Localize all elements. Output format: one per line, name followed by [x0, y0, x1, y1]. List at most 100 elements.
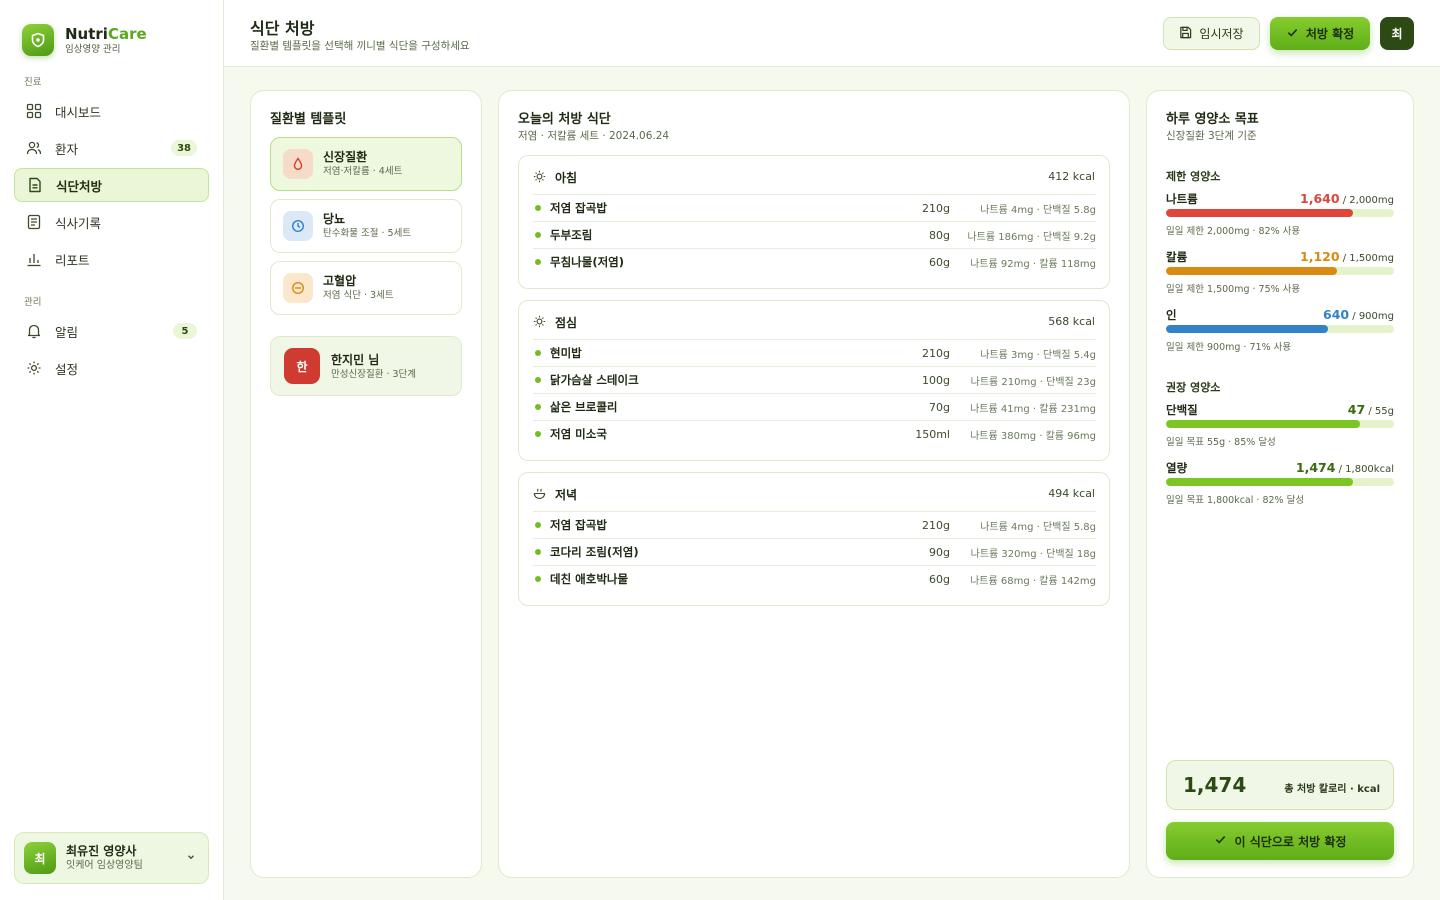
nutrient-name: 단백질: [1166, 403, 1198, 417]
sidebar-item-alerts[interactable]: 알림 5: [14, 314, 209, 348]
food-nutrition: 나트륨 320mg · 단백질 18g: [970, 548, 1096, 560]
food-name: 닭가슴살 스테이크: [550, 373, 639, 387]
food-row[interactable]: 저염 미소국 150ml 나트륨 380mg · 칼륨 96mg: [533, 420, 1096, 447]
drop-icon: [283, 149, 313, 179]
sidebar-item-label: 알림: [55, 324, 79, 340]
food-qty: 210g: [922, 518, 950, 532]
sidebar-item-patients[interactable]: 환자 38: [14, 131, 209, 165]
template-hypertension[interactable]: 고혈압 저염 식단 · 3세트: [270, 261, 462, 315]
confirm-label: 처방 확정: [1305, 27, 1355, 41]
user-name: 최유진 영양사: [66, 843, 137, 858]
meals-panel: 오늘의 처방 식단 저염 · 저칼륨 세트 · 2024.06.24 아침 41…: [498, 90, 1130, 878]
progress-track: [1166, 267, 1394, 275]
nutrient-value: 640 / 900mg: [1323, 307, 1394, 322]
food-qty: 100g: [922, 373, 950, 387]
bullet: [535, 205, 541, 211]
prescribe-this-diet-button[interactable]: 이 식단으로 처방 확정: [1166, 822, 1394, 860]
sun-icon: [533, 315, 546, 331]
meal-header: 아침: [533, 169, 577, 186]
food-name: 두부조림: [550, 228, 593, 242]
sidebar-item-settings[interactable]: 설정: [14, 351, 209, 385]
template-kidney[interactable]: 신장질환 저염·저칼륨 · 4세트: [270, 137, 462, 191]
meal-header: 점심: [533, 314, 577, 331]
page-title: 식단 처방: [250, 19, 315, 38]
sun-icon: [533, 170, 546, 186]
confirm-prescription-button[interactable]: 처방 확정: [1270, 17, 1370, 50]
patient-card[interactable]: 한 한지민 님 만성신장질환 · 3단계: [270, 336, 462, 396]
nutrients-subtitle: 신장질환 3단계 기준: [1166, 130, 1257, 142]
save-draft-label: 임시저장: [1199, 27, 1244, 41]
food-qty: 150ml: [915, 427, 950, 441]
sidebar-item-prescription[interactable]: 식단처방: [14, 168, 209, 202]
nutrient-note: 일일 목표 55g · 85% 달성: [1166, 437, 1276, 448]
clock-icon: [283, 211, 313, 241]
brand-name: NutriCare: [65, 24, 147, 43]
meal-kcal: 494 kcal: [1048, 487, 1095, 500]
grid-icon: [25, 102, 43, 120]
food-row[interactable]: 저염 잡곡밥 210g 나트륨 4mg · 단백질 5.8g: [533, 511, 1096, 538]
progress-fill: [1166, 209, 1353, 217]
sidebar-item-dashboard[interactable]: 대시보드: [14, 94, 209, 128]
templates-panel: 질환별 템플릿 신장질환 저염·저칼륨 · 4세트 당뇨 탄수화물 조절 · 5…: [250, 90, 482, 878]
food-row[interactable]: 닭가슴살 스테이크 100g 나트륨 210mg · 단백질 23g: [533, 366, 1096, 393]
save-draft-button[interactable]: 임시저장: [1163, 17, 1260, 50]
food-row[interactable]: 코다리 조림(저염) 90g 나트륨 320mg · 단백질 18g: [533, 538, 1096, 565]
sidebar-item-label: 설정: [55, 361, 79, 377]
nutrient-note: 일일 목표 1,800kcal · 82% 달성: [1166, 495, 1305, 506]
food-row[interactable]: 현미밥 210g 나트륨 3mg · 단백질 5.4g: [533, 339, 1096, 366]
user-team: 잇케어 임상영양팀: [66, 859, 143, 871]
nutrients-panel: 하루 영양소 목표 신장질환 3단계 기준 제한 영양소 나트륨 1,640 /…: [1146, 90, 1414, 878]
food-nutrition: 나트륨 68mg · 칼륨 142mg: [970, 575, 1096, 587]
template-desc: 저염 식단 · 3세트: [323, 290, 394, 301]
meals-title: 오늘의 처방 식단: [518, 112, 611, 127]
progress-fill: [1166, 325, 1328, 333]
nutrient-value: 1,640 / 2,000mg: [1300, 191, 1394, 206]
header-avatar[interactable]: 최: [1380, 17, 1414, 50]
food-row[interactable]: 데친 애호박나물 60g 나트륨 68mg · 칼륨 142mg: [533, 565, 1096, 592]
recommend-nutrients-label: 권장 영양소: [1166, 381, 1221, 394]
food-name: 데친 애호박나물: [550, 572, 629, 586]
save-icon: [1179, 26, 1192, 42]
food-nutrition: 나트륨 3mg · 단백질 5.4g: [980, 349, 1096, 361]
template-diabetes[interactable]: 당뇨 탄수화물 조절 · 5세트: [270, 199, 462, 253]
progress-track: [1166, 420, 1394, 428]
page-header: 식단 처방 질환별 템플릿을 선택해 끼니별 식단을 구성하세요 임시저장 처방…: [224, 0, 1440, 67]
template-name: 신장질환: [323, 150, 368, 164]
food-qty: 210g: [922, 346, 950, 360]
progress-fill: [1166, 420, 1360, 428]
food-row[interactable]: 두부조림 80g 나트륨 186mg · 단백질 9.2g: [533, 221, 1096, 248]
bullet: [535, 377, 541, 383]
check-icon: [1286, 26, 1299, 42]
chevron-down-icon[interactable]: [186, 851, 196, 865]
bullet: [535, 404, 541, 410]
sidebar-item-label: 대시보드: [55, 104, 102, 120]
food-row[interactable]: 무침나물(저염) 60g 나트륨 92mg · 칼륨 118mg: [533, 248, 1096, 275]
patient-avatar: 한: [284, 348, 320, 384]
nutrient-name: 나트륨: [1166, 192, 1198, 206]
sidebar-item-meal-records[interactable]: 식사기록: [14, 205, 209, 239]
sidebar-item-label: 식사기록: [55, 215, 102, 231]
food-row[interactable]: 저염 잡곡밥 210g 나트륨 4mg · 단백질 5.8g: [533, 194, 1096, 221]
nutrient-value: 1,120 / 1,500mg: [1300, 249, 1394, 264]
bullet: [535, 522, 541, 528]
section-label-manage: 관리: [24, 297, 42, 308]
meal-header: 저녁: [533, 486, 577, 503]
sidebar-item-label: 식단처방: [56, 178, 103, 194]
food-nutrition: 나트륨 186mg · 단백질 9.2g: [967, 231, 1096, 243]
brand[interactable]: NutriCare 임상영양 관리: [22, 24, 147, 56]
notes-icon: [25, 213, 43, 231]
sidebar: NutriCare 임상영양 관리 진료 대시보드 환자 38 식단처방 식사기…: [0, 0, 224, 900]
food-row[interactable]: 삶은 브로콜리 70g 나트륨 41mg · 칼륨 231mg: [533, 393, 1096, 420]
templates-title: 질환별 템플릿: [270, 112, 347, 127]
nutrient-note: 일일 제한 1,500mg · 75% 사용: [1166, 284, 1301, 295]
food-qty: 80g: [929, 228, 950, 242]
food-nutrition: 나트륨 92mg · 칼륨 118mg: [970, 258, 1096, 270]
sidebar-item-reports[interactable]: 리포트: [14, 242, 209, 276]
meals-subtitle: 저염 · 저칼륨 세트 · 2024.06.24: [518, 130, 670, 142]
user-profile-card[interactable]: 최 최유진 영양사 잇케어 임상영양팀: [14, 832, 209, 884]
food-nutrition: 나트륨 4mg · 단백질 5.8g: [980, 521, 1096, 533]
nutrient-value: 47 / 55g: [1347, 402, 1394, 417]
progress-fill: [1166, 478, 1353, 486]
bullet: [535, 232, 541, 238]
template-desc: 저염·저칼륨 · 4세트: [323, 166, 403, 177]
